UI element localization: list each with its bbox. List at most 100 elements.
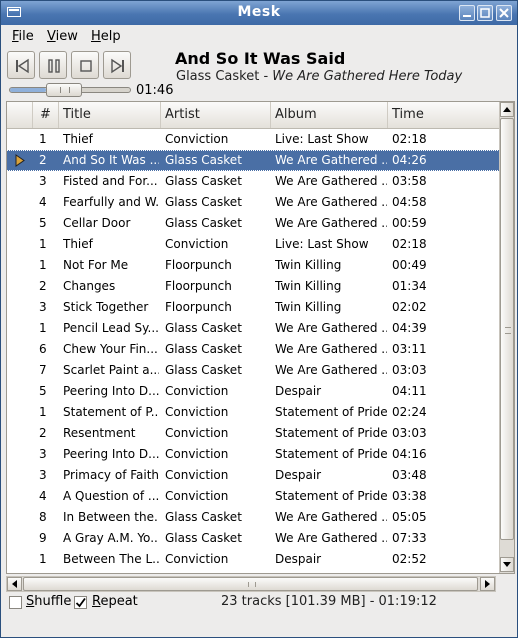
repeat-checkbox[interactable]: [74, 596, 87, 609]
track-album: We Are Gathered ...: [275, 363, 387, 377]
window-title: Mesk: [237, 4, 281, 20]
scroll-down-button[interactable]: [500, 557, 514, 572]
track-row[interactable]: 1 Between The L... Conviction Despair 02:52: [7, 549, 500, 570]
track-time: 01:34: [392, 279, 427, 293]
now-playing-artist: Glass Casket: [176, 69, 260, 84]
track-title: Between The L...: [63, 552, 159, 566]
track-time: 07:33: [392, 531, 427, 545]
horizontal-scroll-thumb[interactable]: [23, 577, 478, 591]
seek-slider[interactable]: [9, 83, 131, 97]
track-title: Primacy of Faith: [63, 468, 159, 482]
track-row[interactable]: 1 Not For Me Floorpunch Twin Killing 00:49: [7, 255, 500, 276]
track-row[interactable]: 4 Fearfully and W... Glass Casket We Are Ga…: [7, 192, 500, 213]
now-playing-title: And So It Was Said: [175, 49, 346, 68]
track-artist: Conviction: [165, 384, 229, 398]
next-button[interactable]: [103, 51, 131, 79]
track-artist: Glass Casket: [165, 195, 242, 209]
column-header-album[interactable]: Album: [271, 102, 388, 128]
track-row[interactable]: 3 Stick Together Floorpunch Twin Killing 02:…: [7, 297, 500, 318]
vertical-scrollbar[interactable]: [499, 102, 514, 573]
arrow-right-icon: [485, 580, 490, 588]
track-album: Twin Killing: [275, 300, 342, 314]
track-row[interactable]: 2 Resentment Conviction Statement of Pride 0…: [7, 423, 500, 444]
column-header-time[interactable]: Time: [388, 102, 500, 128]
track-row[interactable]: 3 Primacy of Faith Conviction Despair 03:48: [7, 465, 500, 486]
previous-button[interactable]: [7, 51, 35, 79]
pause-button[interactable]: [39, 51, 67, 79]
skip-previous-icon: [16, 58, 29, 74]
track-row[interactable]: 5 Peering Into D... Conviction Despair 04:11: [7, 381, 500, 402]
column-header-artist[interactable]: Artist: [161, 102, 271, 128]
track-album: Despair: [275, 552, 322, 566]
track-row[interactable]: 1 Pencil Lead Sy... Glass Casket We Are Gat…: [7, 318, 500, 339]
track-title: In Between the...: [63, 510, 159, 524]
track-album: Twin Killing: [275, 279, 342, 293]
shuffle-label[interactable]: Shuffle: [26, 594, 71, 609]
track-album: We Are Gathered ...: [275, 195, 387, 209]
track-rows: 1 Thief Conviction Live: Last Show 02:18 2 And…: [7, 129, 500, 570]
close-button[interactable]: [496, 5, 512, 21]
track-title: Pencil Lead Sy...: [63, 321, 159, 335]
track-row[interactable]: 3 Fisted and For... Glass Casket We Are Gat…: [7, 171, 500, 192]
track-artist: Glass Casket: [165, 216, 242, 230]
track-artist: Conviction: [165, 405, 229, 419]
menu-help[interactable]: Help: [91, 29, 121, 44]
track-title: Peering Into D...: [63, 447, 159, 461]
shuffle-checkbox[interactable]: [9, 596, 22, 609]
track-row[interactable]: 1 Statement of P... Conviction Statement of…: [7, 402, 500, 423]
vertical-scroll-thumb[interactable]: [500, 118, 514, 540]
track-number: 2: [39, 153, 47, 167]
track-row[interactable]: 6 Chew Your Fin... Glass Casket We Are Gath…: [7, 339, 500, 360]
track-title: A Question of ...: [63, 489, 159, 503]
scroll-right-button[interactable]: [480, 577, 495, 591]
track-row[interactable]: 5 Cellar Door Glass Casket We Are Gathered …: [7, 213, 500, 234]
maximize-button[interactable]: [477, 5, 493, 21]
track-time: 02:52: [392, 552, 427, 566]
track-artist: Glass Casket: [165, 510, 242, 524]
track-time: 00:49: [392, 258, 427, 272]
track-row[interactable]: 2 And So It Was ... Glass Casket We Are Gat…: [7, 150, 500, 171]
menu-file[interactable]: File: [12, 29, 34, 44]
seek-thumb[interactable]: [46, 83, 82, 97]
track-row[interactable]: 7 Scarlet Paint a... Glass Casket We Are Ga…: [7, 360, 500, 381]
column-header-number[interactable]: #: [33, 102, 59, 128]
track-row[interactable]: 9 A Gray A.M. Yo... Glass Casket We Are Gat…: [7, 528, 500, 549]
column-header-title[interactable]: Title: [59, 102, 161, 128]
arrow-down-icon: [503, 562, 511, 567]
stop-button[interactable]: [71, 51, 99, 79]
track-album: Live: Last Show: [275, 132, 369, 146]
scroll-up-button[interactable]: [500, 102, 514, 117]
track-row[interactable]: 8 In Between the... Glass Casket We Are Gat…: [7, 507, 500, 528]
minimize-icon: [463, 15, 471, 17]
track-number: 1: [39, 405, 47, 419]
track-number: 2: [39, 426, 47, 440]
track-artist: Glass Casket: [165, 321, 242, 335]
title-bar[interactable]: Mesk: [1, 1, 517, 25]
repeat-label[interactable]: Repeat: [92, 594, 138, 609]
track-time: 02:02: [392, 300, 427, 314]
track-number: 4: [39, 489, 47, 503]
now-playing-album: We Are Gathered Here Today: [272, 69, 463, 84]
track-row[interactable]: 1 Thief Conviction Live: Last Show 02:18: [7, 129, 500, 150]
track-row[interactable]: 1 Thief Conviction Live: Last Show 02:18: [7, 234, 500, 255]
track-time: 05:05: [392, 510, 427, 524]
track-album: We Are Gathered ...: [275, 153, 387, 167]
track-row[interactable]: 3 Peering Into D... Conviction Statement of…: [7, 444, 500, 465]
track-time: 04:16: [392, 447, 427, 461]
menu-view[interactable]: View: [47, 29, 78, 44]
horizontal-scrollbar[interactable]: [6, 576, 496, 592]
track-title: Fearfully and W...: [63, 195, 159, 209]
track-artist: Conviction: [165, 552, 229, 566]
track-number: 5: [39, 384, 47, 398]
track-row[interactable]: 2 Changes Floorpunch Twin Killing 01:34: [7, 276, 500, 297]
column-header-indicator[interactable]: [7, 102, 33, 128]
minimize-button[interactable]: [459, 5, 475, 21]
track-time: 03:11: [392, 342, 427, 356]
scroll-left-button[interactable]: [7, 577, 22, 591]
track-time: 03:58: [392, 174, 427, 188]
track-album: We Are Gathered ...: [275, 531, 387, 545]
track-time: 02:24: [392, 405, 427, 419]
track-artist: Conviction: [165, 468, 229, 482]
track-row[interactable]: 4 A Question of ... Conviction Statement of…: [7, 486, 500, 507]
track-artist: Glass Casket: [165, 363, 242, 377]
